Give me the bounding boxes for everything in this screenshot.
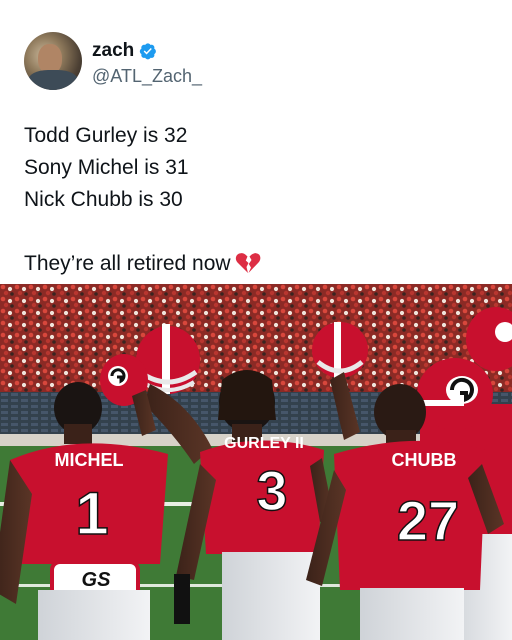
jersey-name-michel: MICHEL	[55, 450, 124, 470]
jersey-number-michel: 1	[75, 480, 108, 547]
raised-helmet	[312, 322, 368, 378]
tweet-line: Nick Chubb is 30	[24, 188, 183, 211]
jersey-number-chubb: 27	[397, 489, 459, 552]
user-handle[interactable]: @ATL_Zach_	[92, 66, 202, 87]
tweet-line-last: They’re all retired now	[24, 248, 494, 280]
tweet-line: Todd Gurley is 32	[24, 124, 188, 147]
tweet-text: Todd Gurley is 32 Sony Michel is 31 Nick…	[24, 120, 494, 280]
avatar-shirt	[28, 70, 78, 90]
display-name[interactable]: zach	[92, 40, 134, 62]
tweet-photo[interactable]: MICHEL 1 GS GURLEY II 3 CHUBB 27	[0, 284, 512, 640]
avatar[interactable]	[24, 32, 82, 90]
photo-scene: MICHEL 1 GS GURLEY II 3 CHUBB 27	[0, 284, 512, 640]
tweet-line: They’re all retired now	[24, 252, 231, 275]
tweet-header: zach @ATL_Zach_	[24, 32, 488, 92]
verified-badge-icon	[140, 43, 157, 60]
belt-logo: GS	[82, 569, 112, 591]
tweet-line: Sony Michel is 31	[24, 156, 189, 179]
broken-heart-icon	[235, 253, 260, 273]
jersey-name-chubb: CHUBB	[392, 450, 457, 470]
jersey-name-gurley: GURLEY II	[224, 435, 304, 452]
name-row: zach	[92, 40, 157, 62]
jersey-number-gurley: 3	[256, 459, 287, 522]
